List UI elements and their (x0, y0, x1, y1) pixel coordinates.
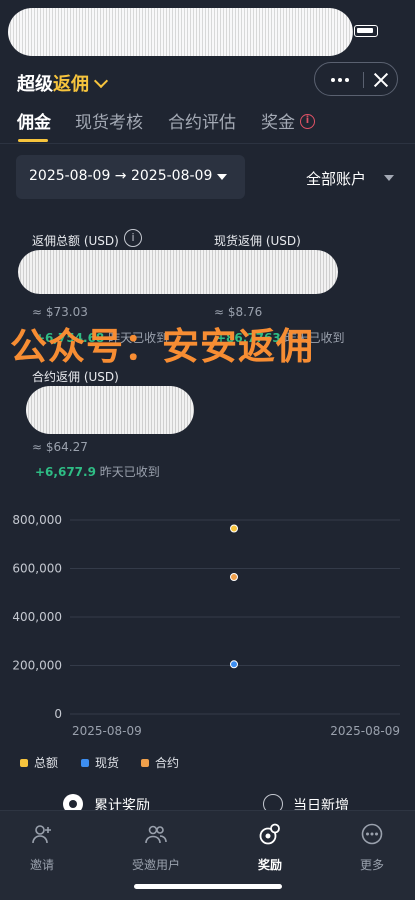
nav-invite[interactable]: 邀请 (2, 819, 82, 875)
futures-value-redaction (26, 386, 194, 434)
mini-program-capsule (314, 62, 398, 96)
y-tick-label: 200,000 (12, 659, 62, 673)
y-tick-label: 800,000 (12, 513, 62, 527)
account-caret-icon[interactable] (384, 175, 394, 181)
reward-icon (259, 823, 280, 845)
nav-rewards-label: 奖励 (257, 858, 282, 872)
data-point-spot (230, 660, 238, 669)
tab-futures-review[interactable]: 合约评估 (168, 108, 236, 133)
chart-svg: 800,000 600,000 400,000 200,000 0 2025-08-09 2… (12, 513, 400, 738)
battery-icon (354, 25, 378, 37)
page-title[interactable]: 超级返佣 (17, 70, 89, 96)
tab-bonus[interactable]: 奖金 (261, 108, 295, 133)
more-icon (361, 823, 383, 845)
tab-commission[interactable]: 佣金 (17, 108, 51, 133)
users-icon (145, 825, 167, 844)
y-tick-label: 0 (54, 707, 62, 721)
y-tick-label: 400,000 (12, 610, 62, 624)
nav-more[interactable]: 更多 (332, 819, 412, 875)
total-value-redaction (18, 250, 338, 294)
x-tick-label: 2025-08-09 (330, 724, 400, 738)
watermark-text: 公众号：安安返佣 (10, 325, 314, 368)
futures-approx: ≈ $64.27 (32, 440, 88, 454)
add-user-icon (32, 825, 51, 844)
nav-invite-label: 邀请 (29, 858, 54, 872)
title-prefix: 超级 (17, 74, 53, 95)
rewards-chart: 800,000 600,000 400,000 200,000 0 2025-08-09 2… (0, 505, 415, 745)
total-label: 返佣总额 (USD) (32, 234, 119, 248)
info-badge-icon: i (300, 114, 315, 129)
caret-down-icon (217, 174, 227, 180)
data-point-total (230, 524, 238, 533)
y-tick-label: 600,000 (12, 562, 62, 576)
futures-label: 合约返佣 (USD) (32, 370, 119, 384)
account-selector[interactable]: 全部账户 (306, 168, 366, 189)
active-tab-indicator (18, 139, 48, 142)
nav-rewards[interactable]: 奖励 (230, 819, 310, 875)
chevron-down-icon[interactable] (93, 73, 109, 89)
home-indicator (134, 884, 282, 889)
data-point-futures (230, 572, 238, 581)
more-dots-icon[interactable] (325, 63, 355, 97)
close-icon[interactable] (371, 70, 391, 90)
futures-gain: +6,677.9 昨天已收到 (35, 465, 160, 479)
tab-bar: 佣金 现货考核 合约评估 奖金 i (0, 106, 415, 144)
tab-spot-review[interactable]: 现货考核 (75, 108, 143, 133)
date-range-text: 2025-08-09 → 2025-08-09 (29, 168, 213, 184)
app-header: 超级返佣 (0, 60, 415, 104)
nav-invited-users[interactable]: 受邀用户 (116, 819, 196, 875)
legend-futures[interactable]: 合约 (141, 754, 179, 771)
title-accent: 返佣 (53, 74, 89, 95)
status-bar-redaction (8, 8, 353, 56)
x-tick-label: 2025-08-09 (72, 724, 142, 738)
capsule-divider (363, 72, 364, 88)
legend-spot[interactable]: 现货 (81, 754, 119, 771)
nav-invited-users-label: 受邀用户 (131, 858, 180, 872)
legend-total[interactable]: 总额 (20, 754, 58, 771)
nav-more-label: 更多 (359, 858, 384, 872)
date-range-selector[interactable]: 2025-08-09 → 2025-08-09 (16, 155, 245, 199)
spot-label: 现货返佣 (USD) (214, 234, 301, 248)
info-icon[interactable]: i (124, 229, 142, 247)
